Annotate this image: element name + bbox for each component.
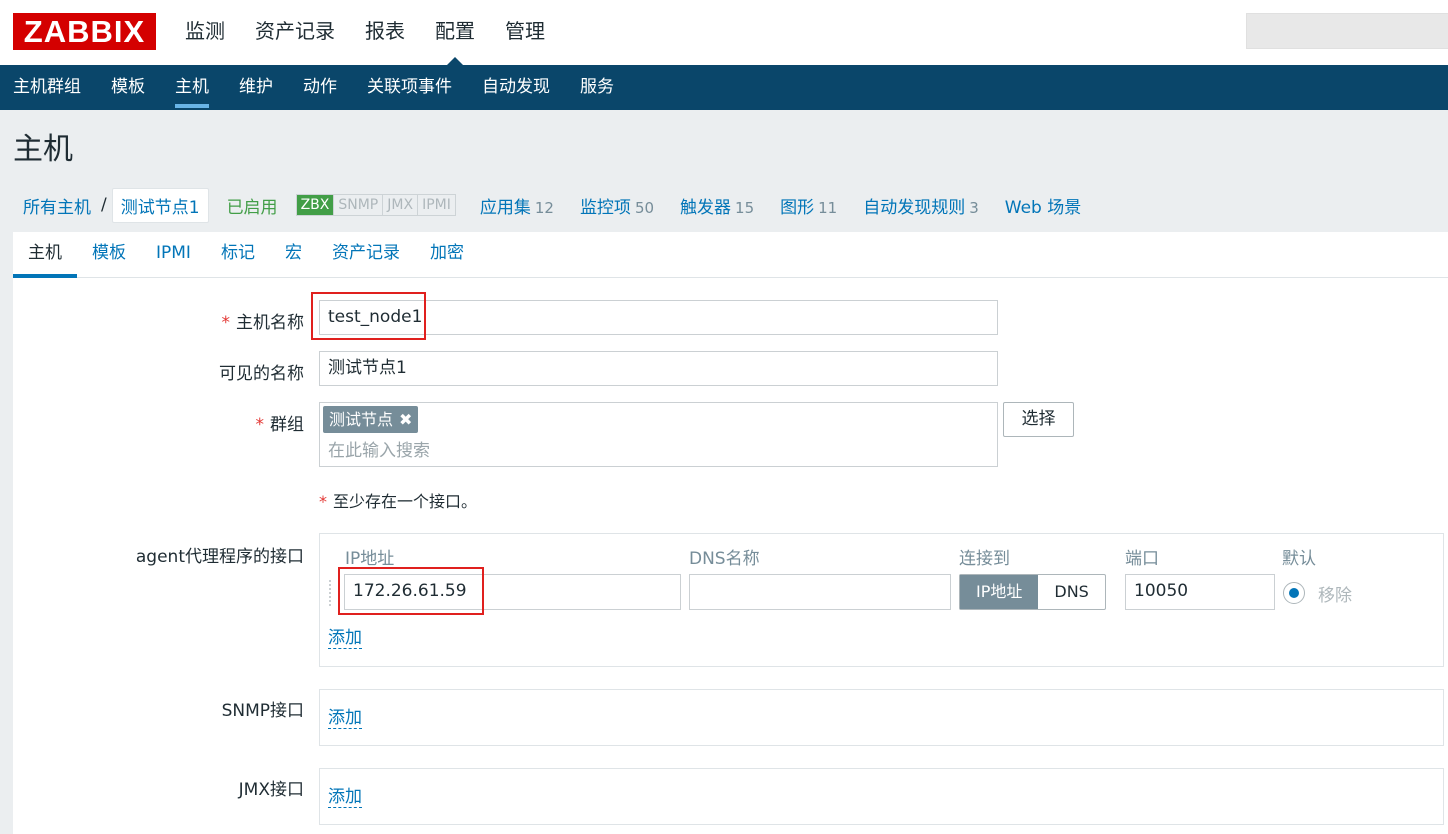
nav-reports[interactable]: 报表 bbox=[365, 0, 405, 65]
host-web-scenarios-link[interactable]: Web 场景 bbox=[1005, 193, 1081, 218]
tab-ipmi[interactable]: IPMI bbox=[141, 232, 206, 277]
subnav-services[interactable]: 服务 bbox=[580, 65, 614, 110]
nav-monitoring[interactable]: 监测 bbox=[185, 0, 225, 65]
host-status-enabled[interactable]: 已启用 bbox=[227, 193, 278, 218]
breadcrumb-current-host[interactable]: 测试节点1 bbox=[111, 187, 209, 223]
add-snmp-interface-link[interactable]: 添加 bbox=[328, 708, 362, 729]
connect-to-toggle: IP地址 DNS bbox=[959, 574, 1106, 610]
breadcrumb-separator: / bbox=[101, 195, 107, 215]
host-discovery-rules-link[interactable]: 自动发现规则 3 bbox=[863, 193, 979, 218]
tab-templates[interactable]: 模板 bbox=[77, 232, 141, 277]
interface-required-note: * 至少存在一个接口。 bbox=[319, 488, 477, 512]
snmp-interfaces-panel: 添加 bbox=[319, 689, 1444, 746]
applications-label[interactable]: 应用集 bbox=[480, 198, 531, 218]
remove-interface-link[interactable]: 移除 bbox=[1318, 581, 1352, 606]
groups-search-placeholder[interactable]: 在此输入搜索 bbox=[328, 436, 430, 461]
snmp-interfaces-label: SNMP接口 bbox=[221, 701, 304, 721]
page-title: 主机 bbox=[13, 132, 73, 167]
host-triggers-link[interactable]: 触发器 15 bbox=[680, 193, 754, 218]
host-form: * 主机名称 test_node1 可见的名称 测试节点1 * 群组 测试节点 ✖ 在… bbox=[13, 278, 1448, 834]
subnav-templates[interactable]: 模板 bbox=[111, 65, 145, 110]
global-search-input[interactable] bbox=[1246, 13, 1448, 49]
col-ip-header: IP地址 bbox=[345, 549, 395, 569]
applications-count: 12 bbox=[534, 198, 554, 217]
availability-snmp: SNMP bbox=[333, 195, 382, 215]
main-nav: 监测 资产记录 报表 配置 管理 bbox=[185, 0, 575, 65]
subnav-correlation[interactable]: 关联项事件 bbox=[367, 65, 452, 110]
availability-jmx: JMX bbox=[382, 195, 417, 215]
host-items-link[interactable]: 监控项 50 bbox=[580, 193, 654, 218]
col-dns-header: DNS名称 bbox=[689, 549, 760, 569]
breadcrumb-all-hosts[interactable]: 所有主机 bbox=[13, 193, 101, 218]
triggers-label[interactable]: 触发器 bbox=[680, 198, 731, 218]
items-count: 50 bbox=[634, 198, 655, 217]
discovery-rules-count: 3 bbox=[969, 198, 979, 217]
top-header: ZABBIX 监测 资产记录 报表 配置 管理 bbox=[0, 0, 1448, 65]
tab-tags[interactable]: 标记 bbox=[206, 232, 270, 277]
default-interface-radio[interactable] bbox=[1283, 582, 1305, 604]
col-default-header: 默认 bbox=[1282, 549, 1316, 569]
host-breadcrumb-bar: 所有主机 / 测试节点1 已启用 ZBX SNMP JMX IPMI 应用集 12… bbox=[13, 184, 1107, 226]
tab-host[interactable]: 主机 bbox=[13, 232, 77, 278]
availability-zbx: ZBX bbox=[296, 195, 334, 215]
nav-administration[interactable]: 管理 bbox=[505, 0, 545, 65]
tab-inventory[interactable]: 资产记录 bbox=[317, 232, 415, 277]
col-connect-header: 连接到 bbox=[959, 549, 1010, 569]
graphs-label[interactable]: 图形 bbox=[780, 198, 814, 218]
col-port-header: 端口 bbox=[1125, 549, 1159, 569]
host-name-label: * 主机名称 bbox=[4, 308, 305, 333]
host-name-highlight bbox=[311, 292, 426, 340]
items-label[interactable]: 监控项 bbox=[580, 198, 631, 218]
agent-interfaces-label: agent代理程序的接口 bbox=[135, 547, 304, 567]
drag-handle-icon[interactable] bbox=[329, 580, 333, 606]
group-tag-label: 测试节点 bbox=[329, 410, 394, 429]
groups-label-text: 群组 bbox=[270, 415, 304, 435]
nav-configuration[interactable]: 配置 bbox=[435, 0, 475, 65]
visible-name-label: 可见的名称 bbox=[219, 364, 304, 384]
groups-label: * 群组 bbox=[4, 410, 305, 435]
agent-port-input[interactable]: 10050 bbox=[1125, 574, 1275, 610]
add-agent-interface-link[interactable]: 添加 bbox=[328, 628, 362, 649]
tab-macros[interactable]: 宏 bbox=[270, 232, 317, 277]
required-mark: * bbox=[319, 492, 327, 511]
host-name-label-text: 主机名称 bbox=[236, 313, 304, 333]
visible-name-input[interactable]: 测试节点1 bbox=[319, 351, 998, 386]
subnav-hosts[interactable]: 主机 bbox=[175, 65, 209, 110]
zabbix-logo[interactable]: ZABBIX bbox=[13, 13, 156, 50]
host-applications-link[interactable]: 应用集 12 bbox=[480, 193, 554, 218]
availability-ipmi: IPMI bbox=[417, 195, 455, 215]
host-form-tabs: 主机 模板 IPMI 标记 宏 资产记录 加密 bbox=[13, 232, 1448, 278]
agent-interfaces-panel: IP地址 DNS名称 连接到 端口 默认 172.26.61.59 IP地址 D… bbox=[319, 533, 1444, 667]
subnav-discovery[interactable]: 自动发现 bbox=[482, 65, 550, 110]
jmx-interfaces-panel: 添加 bbox=[319, 768, 1444, 825]
tab-encryption[interactable]: 加密 bbox=[415, 232, 479, 277]
graphs-count: 11 bbox=[818, 198, 838, 217]
web-scenarios-label[interactable]: Web 场景 bbox=[1005, 198, 1081, 218]
subnav-host-groups[interactable]: 主机群组 bbox=[13, 65, 81, 110]
host-graphs-link[interactable]: 图形 11 bbox=[780, 193, 837, 218]
group-tag: 测试节点 ✖ bbox=[323, 406, 419, 433]
discovery-rules-label[interactable]: 自动发现规则 bbox=[863, 198, 965, 218]
connect-dns-option[interactable]: DNS bbox=[1038, 575, 1104, 609]
close-icon[interactable]: ✖ bbox=[399, 410, 412, 429]
agent-dns-input[interactable] bbox=[689, 574, 951, 610]
interface-note-text: 至少存在一个接口。 bbox=[333, 492, 478, 511]
groups-multiselect[interactable]: 测试节点 ✖ 在此输入搜索 bbox=[319, 402, 998, 467]
nav-inventory[interactable]: 资产记录 bbox=[255, 0, 335, 65]
required-mark: * bbox=[221, 313, 231, 333]
subnav-actions[interactable]: 动作 bbox=[303, 65, 337, 110]
select-groups-button[interactable]: 选择 bbox=[1003, 402, 1074, 437]
jmx-interfaces-label: JMX接口 bbox=[238, 780, 304, 800]
availability-indicators: ZBX SNMP JMX IPMI bbox=[295, 194, 456, 216]
triggers-count: 15 bbox=[735, 198, 755, 217]
agent-ip-highlight bbox=[338, 567, 484, 615]
subnav-maintenance[interactable]: 维护 bbox=[239, 65, 273, 110]
add-jmx-interface-link[interactable]: 添加 bbox=[328, 787, 362, 808]
sub-nav: 主机群组 模板 主机 维护 动作 关联项事件 自动发现 服务 bbox=[0, 65, 1448, 110]
connect-ip-option[interactable]: IP地址 bbox=[960, 575, 1039, 609]
required-mark: * bbox=[255, 415, 265, 435]
